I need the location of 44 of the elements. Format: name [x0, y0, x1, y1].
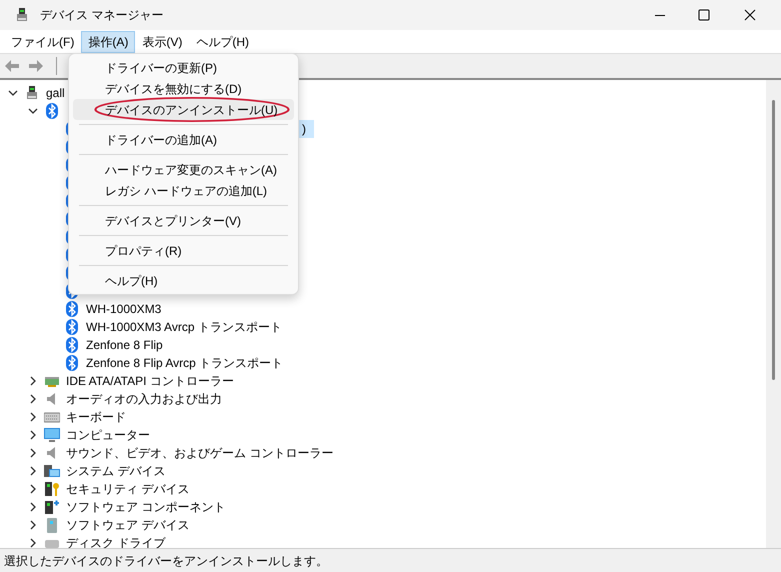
scrollbar[interactable] [766, 80, 781, 548]
tree-item[interactable]: WH-1000XM3 [84, 300, 164, 318]
tree-item[interactable]: WH-1000XM3 Avrcp トランスポート [84, 318, 284, 336]
computer-icon [24, 85, 40, 101]
system-icon [44, 463, 60, 479]
menu-item[interactable]: ファイル(F) [4, 30, 82, 52]
menu-item[interactable]: デバイスを無効にする(D) [73, 78, 294, 99]
bluetooth-icon [64, 319, 80, 335]
device-manager-icon [14, 7, 30, 23]
menu-item[interactable]: ヘルプ(H) [73, 270, 294, 291]
tree-item[interactable]: キーボード [64, 408, 128, 426]
menu-item[interactable]: 操作(A) [81, 30, 136, 52]
monitor-icon [44, 427, 60, 443]
tree-item[interactable]: サウンド、ビデオ、およびゲーム コントローラー [64, 444, 336, 462]
tree-item[interactable]: オーディオの入力および出力 [64, 390, 224, 408]
tree-item[interactable]: Zenfone 8 Flip [84, 336, 165, 354]
menu-item[interactable]: プロパティ(R) [73, 240, 294, 261]
tree-item[interactable]: gall [44, 84, 67, 102]
tree-item[interactable]: セキュリティ デバイス [64, 480, 192, 498]
tree-item[interactable]: ソフトウェア コンポーネント [64, 498, 228, 516]
tree-item[interactable]: ソフトウェア デバイス [64, 516, 192, 534]
menu-item[interactable]: ヘルプ(H) [189, 30, 256, 52]
component-icon [44, 499, 60, 515]
window-title: デバイス マネージャー [40, 7, 164, 24]
menu-item[interactable]: ハードウェア変更のスキャン(A) [73, 159, 294, 180]
bluetooth-icon [64, 355, 80, 371]
menu-item[interactable]: ドライバーの追加(A) [73, 129, 294, 150]
maximize-icon [696, 7, 712, 23]
security-key-icon [44, 481, 60, 497]
bluetooth-icon [64, 301, 80, 317]
minimize-icon [655, 14, 665, 16]
menu-item[interactable]: レガシ ハードウェアの追加(L) [73, 180, 294, 201]
tree-item[interactable]: Zenfone 8 Flip Avrcp トランスポート [84, 354, 286, 372]
menu-item[interactable]: 表示(V) [135, 30, 190, 52]
software-device-icon [44, 517, 60, 533]
tree-item[interactable]: コンピューター [64, 426, 152, 444]
bluetooth-icon [64, 337, 80, 353]
bluetooth-icon [44, 103, 60, 119]
tree-item[interactable]: IDE ATA/ATAPI コントローラー [64, 372, 236, 390]
menu-item[interactable]: デバイスとプリンター(V) [73, 210, 294, 231]
menu-item[interactable]: デバイスのアンインストール(U) [73, 99, 294, 120]
close-icon [742, 7, 758, 23]
tree-item[interactable]: システム デバイス [64, 462, 168, 480]
status-text: 選択したデバイスのドライバーをアンインストールします。 [4, 552, 328, 570]
